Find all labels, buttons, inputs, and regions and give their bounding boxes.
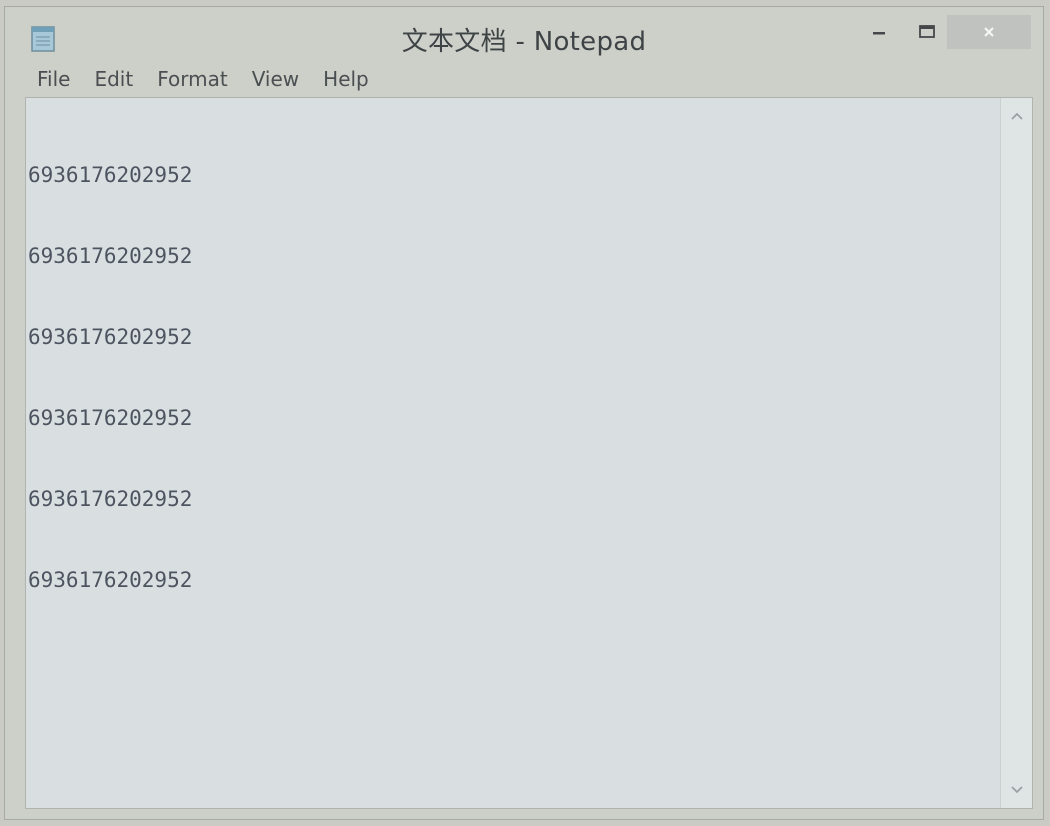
text-line: 6936176202952 xyxy=(28,406,193,430)
title-bar[interactable]: 文本文档 - Notepad xyxy=(5,7,1043,63)
editor-text-area[interactable]: 6936176202952 6936176202952 693617620295… xyxy=(28,108,998,804)
close-icon xyxy=(984,27,994,37)
menu-view[interactable]: View xyxy=(252,67,299,91)
notepad-window: 文本文档 - Notepad File Edit Format View Hel… xyxy=(4,6,1044,820)
maximize-icon xyxy=(919,25,935,38)
menu-edit[interactable]: Edit xyxy=(94,67,133,91)
text-line: 6936176202952 xyxy=(28,244,193,268)
text-line: 6936176202952 xyxy=(28,568,193,592)
menu-help[interactable]: Help xyxy=(323,67,369,91)
vertical-scrollbar[interactable] xyxy=(1000,98,1032,808)
text-line: 6936176202952 xyxy=(28,487,193,511)
chevron-up-icon xyxy=(1010,112,1023,120)
chevron-down-icon xyxy=(1010,786,1023,794)
text-line: 6936176202952 xyxy=(28,163,193,187)
text-editor[interactable]: 6936176202952 6936176202952 693617620295… xyxy=(25,97,1033,809)
menu-bar: File Edit Format View Help xyxy=(5,63,1043,95)
menu-format[interactable]: Format xyxy=(157,67,227,91)
minimize-button[interactable] xyxy=(861,15,897,49)
menu-file[interactable]: File xyxy=(37,67,70,91)
maximize-button[interactable] xyxy=(909,15,945,49)
scroll-down-button[interactable] xyxy=(1001,776,1032,804)
text-line: 6936176202952 xyxy=(28,325,193,349)
close-button[interactable] xyxy=(947,15,1031,49)
scroll-up-button[interactable] xyxy=(1001,102,1032,130)
minimize-icon xyxy=(873,32,885,35)
